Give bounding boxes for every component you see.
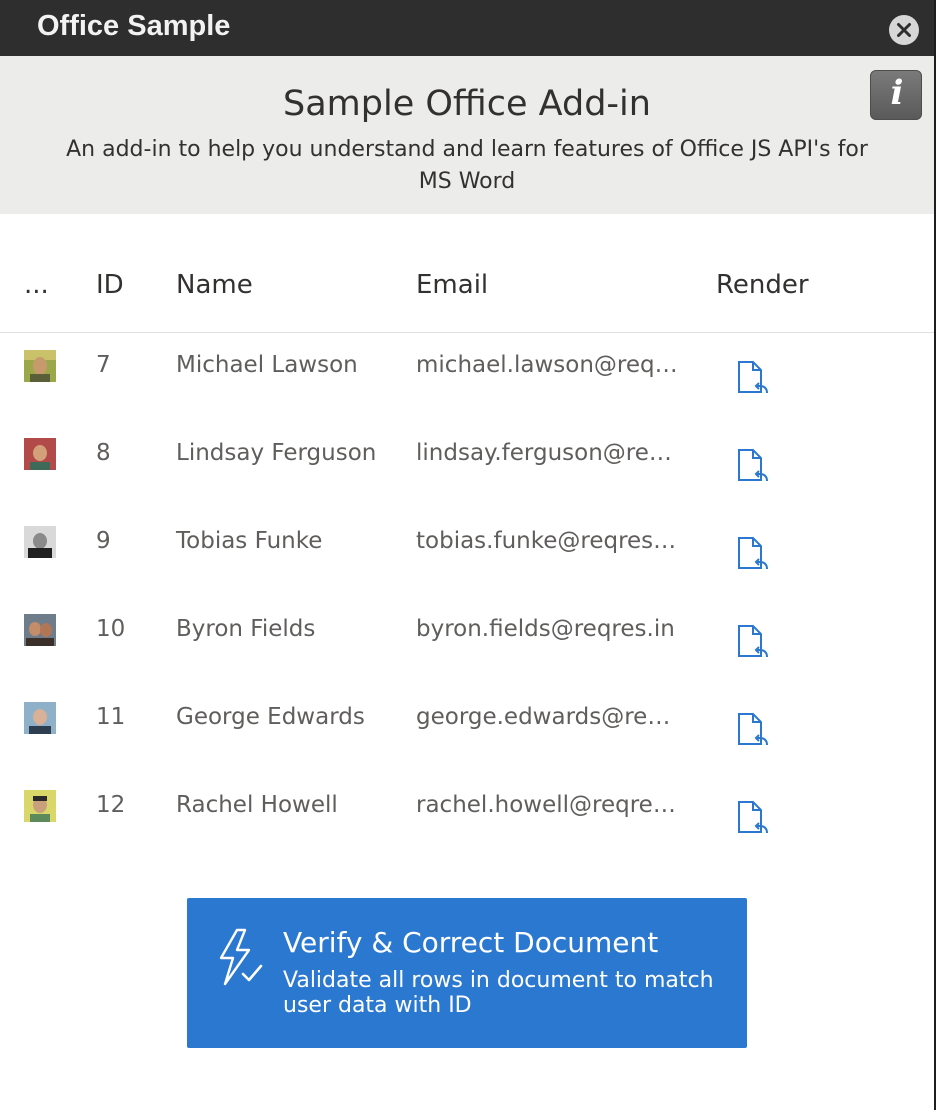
table-row: 12 Rachel Howell rachel.howell@reqres.in bbox=[0, 774, 934, 862]
document-render-icon[interactable] bbox=[736, 800, 770, 836]
cell-name: George Edwards bbox=[176, 704, 365, 730]
cell-email: michael.lawson@reqres.in bbox=[416, 352, 678, 378]
avatar bbox=[24, 702, 56, 734]
avatar bbox=[24, 526, 56, 558]
info-icon: i bbox=[890, 73, 904, 113]
window-titlebar: Office Sample bbox=[0, 0, 934, 56]
button-title: Verify & Correct Document bbox=[283, 926, 659, 959]
document-render-icon[interactable] bbox=[736, 624, 770, 660]
verify-correct-button[interactable]: Verify & Correct Document Validate all r… bbox=[187, 898, 747, 1048]
task-pane: Sample Office Add-in An add-in to help y… bbox=[0, 56, 934, 1110]
button-description: Validate all rows in document to match u… bbox=[283, 968, 714, 1018]
cell-email: george.edwards@reqres.in bbox=[416, 704, 678, 730]
cell-id: 10 bbox=[96, 616, 126, 642]
info-button[interactable]: i bbox=[870, 70, 922, 120]
avatar bbox=[24, 350, 56, 382]
cell-email: lindsay.ferguson@reqres.in bbox=[416, 440, 678, 466]
document-render-icon[interactable] bbox=[736, 536, 770, 572]
cell-id: 9 bbox=[96, 528, 111, 554]
cell-id: 12 bbox=[96, 792, 126, 818]
cell-name: Byron Fields bbox=[176, 616, 316, 642]
cell-name: Rachel Howell bbox=[176, 792, 338, 818]
app-subtitle: An add-in to help you understand and lea… bbox=[66, 137, 868, 194]
table-header: ... ID Name Email Render bbox=[0, 268, 934, 333]
document-render-icon[interactable] bbox=[736, 448, 770, 484]
cell-id: 11 bbox=[96, 704, 126, 730]
cell-id: 8 bbox=[96, 440, 111, 466]
cell-email: byron.fields@reqres.in bbox=[416, 616, 675, 642]
close-button[interactable] bbox=[889, 15, 919, 45]
cell-name: Tobias Funke bbox=[176, 528, 323, 554]
table-row: 9 Tobias Funke tobias.funke@reqres.in bbox=[0, 510, 934, 598]
table-row: 10 Byron Fields byron.fields@reqres.in bbox=[0, 598, 934, 686]
column-header-render: Render bbox=[716, 270, 809, 300]
column-header-email: Email bbox=[416, 270, 489, 300]
cell-email: tobias.funke@reqres.in bbox=[416, 528, 678, 554]
avatar bbox=[24, 614, 56, 646]
table-row: 8 Lindsay Ferguson lindsay.ferguson@reqr… bbox=[0, 422, 934, 510]
avatar bbox=[24, 790, 56, 822]
avatar bbox=[24, 438, 56, 470]
cell-email: rachel.howell@reqres.in bbox=[416, 792, 678, 818]
window-title: Office Sample bbox=[37, 10, 231, 42]
close-icon bbox=[897, 23, 911, 37]
column-header-id: ID bbox=[96, 270, 124, 300]
column-header-name: Name bbox=[176, 270, 253, 300]
cell-id: 7 bbox=[96, 352, 111, 378]
document-render-icon[interactable] bbox=[736, 360, 770, 396]
cell-name: Lindsay Ferguson bbox=[176, 440, 377, 466]
table-row: 7 Michael Lawson michael.lawson@reqres.i… bbox=[0, 334, 934, 422]
column-header-avatar: ... bbox=[24, 270, 49, 300]
app-title: Sample Office Add-in bbox=[283, 84, 651, 124]
app-header: Sample Office Add-in An add-in to help y… bbox=[0, 56, 934, 214]
lightning-check-icon bbox=[219, 928, 263, 986]
table-row: 11 George Edwards george.edwards@reqres.… bbox=[0, 686, 934, 774]
document-render-icon[interactable] bbox=[736, 712, 770, 748]
cell-name: Michael Lawson bbox=[176, 352, 358, 378]
